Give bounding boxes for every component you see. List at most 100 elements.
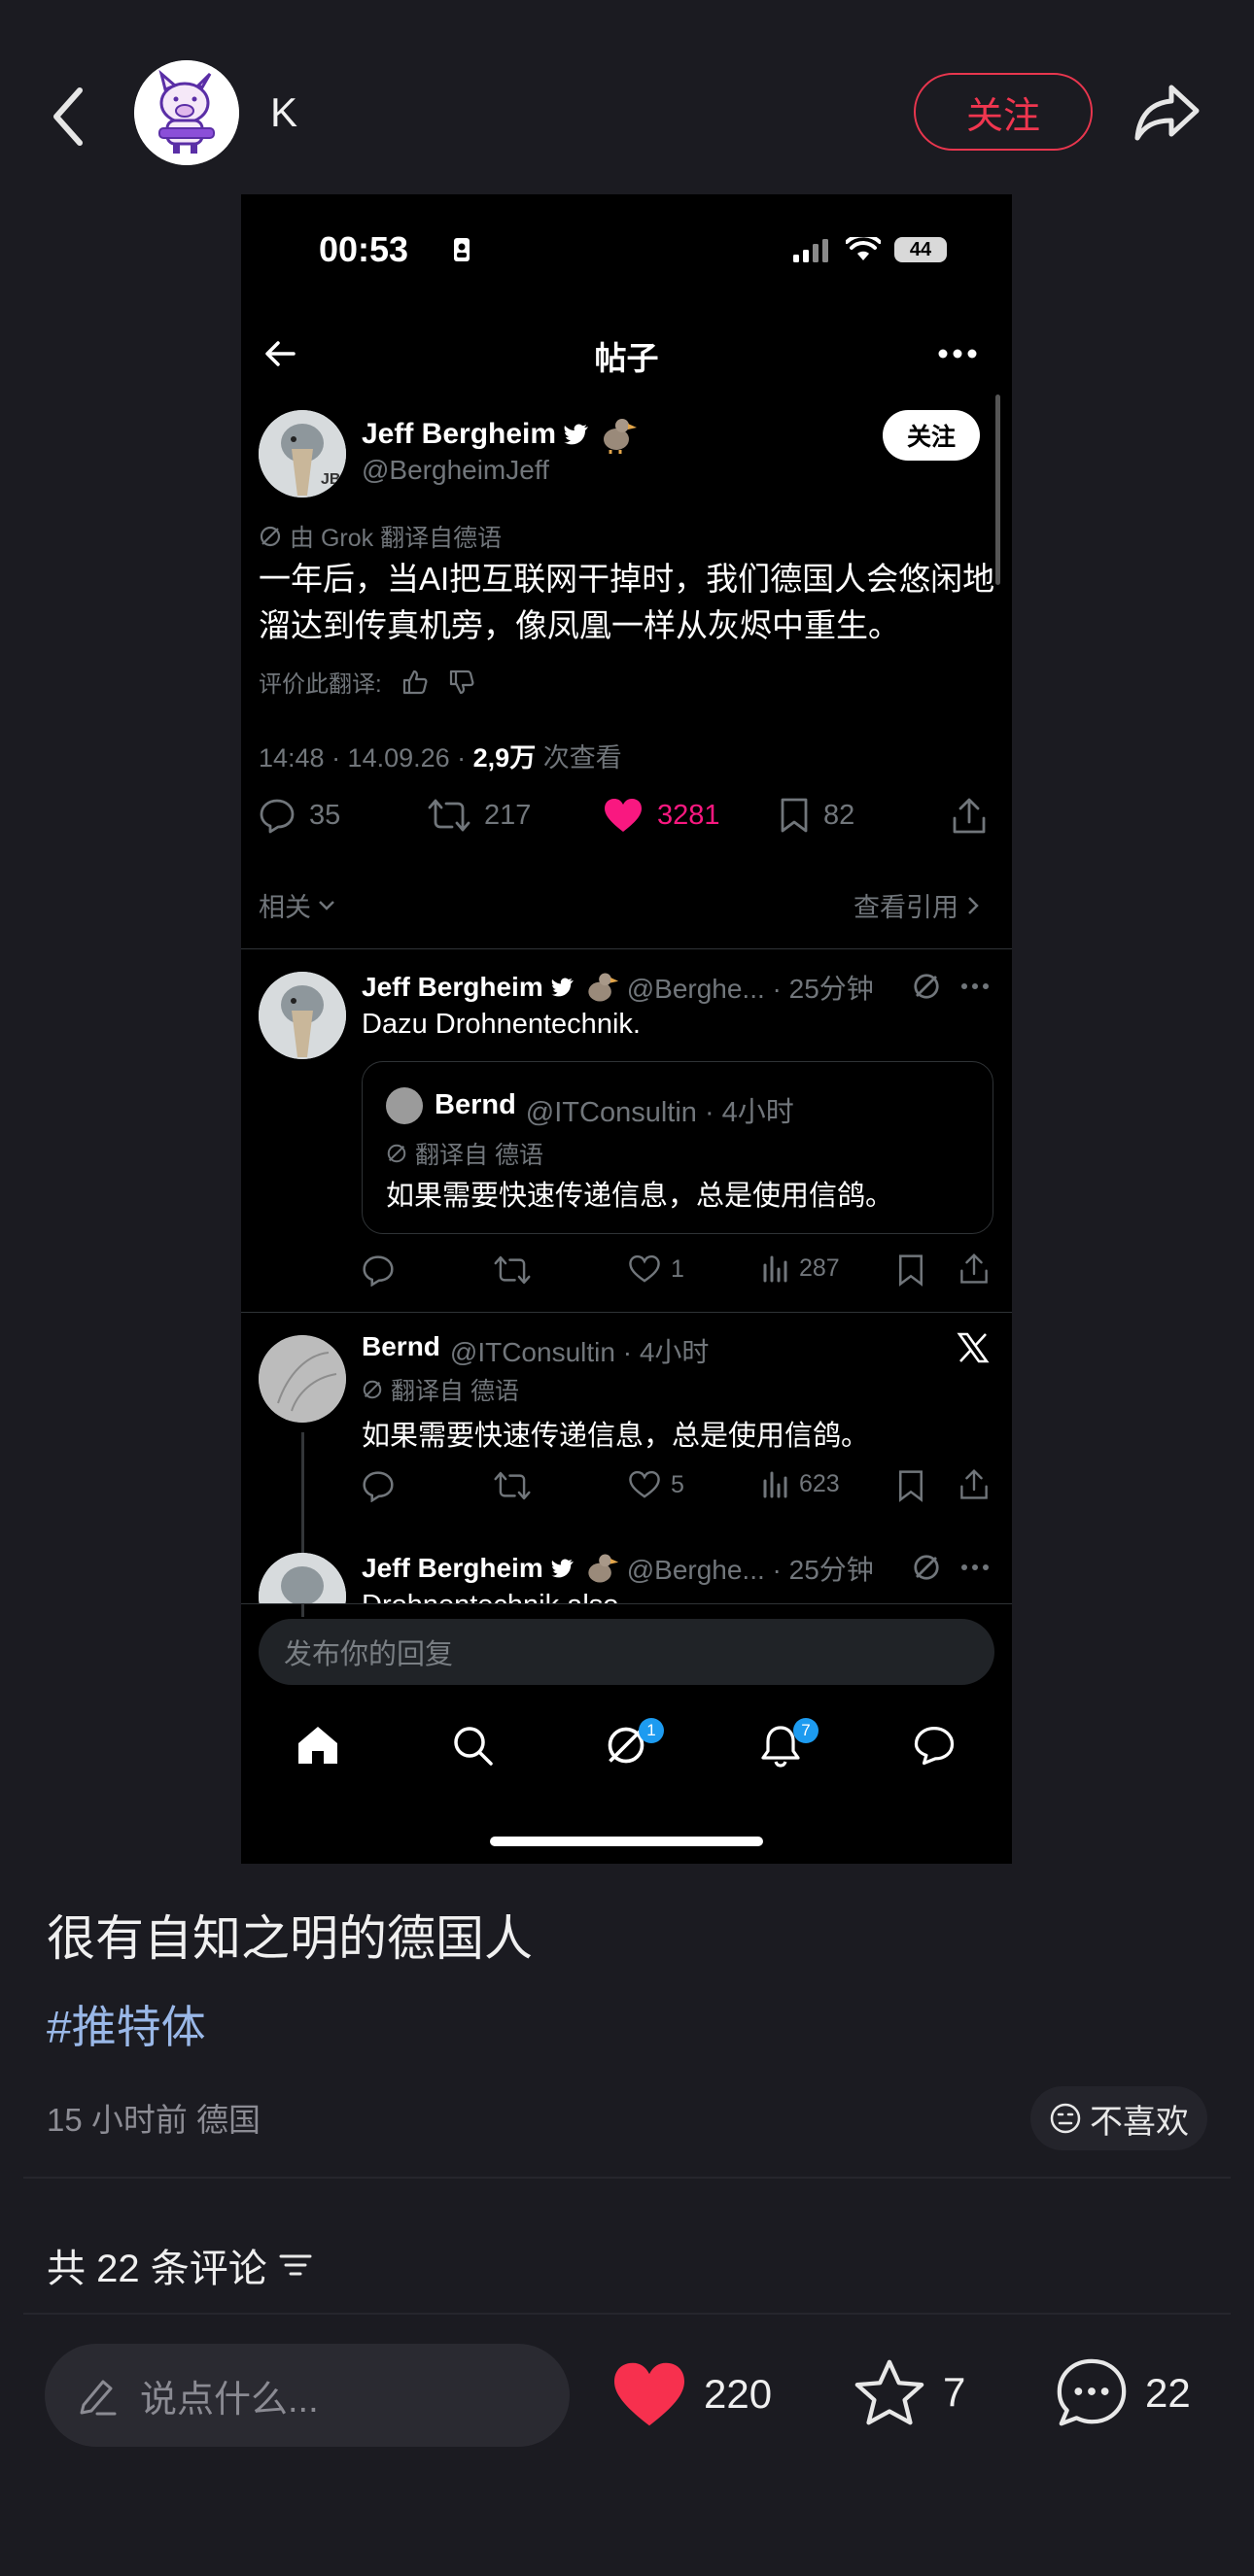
more-options-icon[interactable] (960, 981, 990, 991)
divider (241, 948, 1012, 949)
reply-translation-note: 翻译自 德语 (362, 1372, 519, 1407)
heart-outline-icon (629, 1254, 660, 1283)
share-button[interactable] (1132, 80, 1202, 144)
grok-icon[interactable] (912, 972, 941, 1001)
favorite-button[interactable]: 7 (852, 2355, 965, 2429)
like-action[interactable]: 3281 (603, 797, 720, 834)
reply-input[interactable]: 发布你的回复 (259, 1619, 994, 1685)
dodo-emoji-icon (588, 1554, 618, 1583)
shoebill-avatar-icon: JB (259, 410, 346, 498)
thumbs-up-icon[interactable] (401, 669, 429, 696)
hashtag-link[interactable]: #推特体 (47, 1992, 206, 2056)
share-upload-icon[interactable] (958, 1467, 990, 1502)
share-upload-icon[interactable] (958, 1252, 990, 1287)
view-quotes-link[interactable]: 查看引用 (853, 886, 980, 924)
battery-indicator: 44 (894, 237, 947, 262)
heart-filled-icon (614, 2362, 684, 2426)
bookmark-icon[interactable] (896, 1254, 925, 1287)
reply-header[interactable]: Jeff Bergheim @Berghe... · 25分钟 (362, 968, 874, 1007)
heart-outline-icon (629, 1470, 660, 1498)
retweet-icon[interactable] (494, 1254, 531, 1287)
thumbs-down-icon[interactable] (448, 669, 475, 696)
bookmark-icon[interactable] (896, 1469, 925, 1502)
bookmark-action[interactable]: 82 (779, 797, 854, 834)
reply-bubble-icon[interactable] (362, 1469, 395, 1502)
quoted-tweet[interactable]: Bernd @ITConsultin · 4小时 翻译自 德语 如果需要快速传递… (362, 1061, 993, 1234)
favorite-count: 7 (943, 2369, 966, 2415)
follow-button[interactable]: 关注 (914, 73, 1093, 151)
retweet-icon[interactable] (494, 1469, 531, 1502)
divider (23, 2177, 1231, 2179)
avatar[interactable] (134, 60, 239, 165)
reply-author-name[interactable]: Bernd (362, 1331, 440, 1370)
reply-action[interactable]: 35 (259, 797, 340, 834)
reply-partial[interactable]: Jeff Bergheim @Berghe... · 25分钟 Drohnent… (241, 1535, 1012, 1603)
reply-like-action[interactable]: 1 (628, 1254, 684, 1285)
svg-text:JB: JB (321, 471, 340, 488)
pig-guitar-avatar-icon (134, 60, 239, 165)
status-time: 00:53 (319, 229, 409, 269)
related-dropdown[interactable]: 相关 (259, 886, 336, 924)
grok-icon (914, 1555, 939, 1580)
cellular-signal-icon (793, 239, 828, 262)
comment-bubble-icon (1057, 2358, 1127, 2426)
author-avatar[interactable]: JB (259, 410, 346, 498)
reply-views[interactable]: 623 (762, 1469, 840, 1498)
author-handle[interactable]: @BergheimJeff (362, 455, 549, 486)
chevron-right-icon (968, 896, 979, 914)
share-arrow-icon (1134, 85, 1200, 141)
comment-count-sort[interactable]: 共 22 条评论 (47, 2237, 312, 2293)
grok-icon (363, 1380, 382, 1399)
home-icon[interactable] (296, 1724, 340, 1767)
bookmark-icon (781, 798, 808, 833)
retweet-icon (428, 799, 470, 832)
more-options-icon (961, 1564, 989, 1570)
post-meta: 15 小时前 德国 (47, 2102, 261, 2138)
contact-card-icon (454, 238, 470, 261)
comments-button[interactable]: 22 (1054, 2355, 1191, 2431)
quote-translation-note: 翻译自 德语 (386, 1136, 543, 1171)
reply-author-name[interactable]: Jeff Bergheim (362, 972, 543, 1003)
dislike-button[interactable]: 不喜欢 (1030, 2086, 1207, 2150)
reply-bubble-icon[interactable] (362, 1254, 395, 1287)
reply-views[interactable]: 287 (762, 1254, 840, 1283)
reply-header[interactable]: Bernd @ITConsultin · 4小时 (362, 1331, 709, 1370)
reply-text: 如果需要快速传递信息，总是使用信鸽。 (362, 1421, 870, 1452)
reply-avatar[interactable] (259, 972, 346, 1059)
star-icon (854, 2359, 924, 2425)
chevron-left-icon (53, 87, 83, 146)
shoebill-avatar-icon (259, 972, 346, 1059)
like-button[interactable]: 220 (610, 2359, 772, 2429)
reply-text: Drohnentechnik also (362, 1590, 618, 1603)
share-upload-icon[interactable] (951, 797, 988, 836)
messages-icon[interactable] (912, 1724, 957, 1767)
post-image[interactable]: 00:53 44 帖子 JB Jeff Bergheim @BergheimJe… (241, 194, 1012, 1864)
heart-filled-icon (605, 799, 642, 832)
author-name[interactable]: Jeff Bergheim (362, 418, 556, 451)
views-bar-chart-icon (763, 1255, 787, 1283)
retweet-action[interactable]: 217 (428, 797, 531, 834)
tweet-follow-button[interactable]: 关注 (883, 410, 980, 461)
comment-input[interactable]: 说点什么... (45, 2344, 570, 2447)
shoebill-avatar-icon (259, 1553, 346, 1603)
chevron-down-icon (319, 900, 334, 910)
author-name-row[interactable]: Jeff Bergheim (362, 414, 638, 455)
quote-header: Bernd @ITConsultin · 4小时 (435, 1089, 794, 1128)
reply-like-action[interactable]: 5 (628, 1469, 684, 1500)
username[interactable]: K (270, 89, 297, 136)
rate-translation-row: 评价此翻译: (259, 665, 475, 699)
more-options-icon[interactable] (937, 348, 978, 360)
reply-header: Jeff Bergheim @Berghe... · 25分钟 (362, 1549, 874, 1588)
pencil-icon (80, 2380, 117, 2416)
search-icon[interactable] (451, 1724, 494, 1767)
post-title: 很有自知之明的德国人 (47, 1911, 533, 1966)
grok-icon (260, 526, 281, 547)
divider (23, 2313, 1231, 2315)
x-logo-icon (957, 1332, 990, 1363)
back-button[interactable] (39, 73, 107, 160)
quote-text: 如果需要快速传递信息，总是使用信鸽。 (386, 1181, 894, 1212)
reply-bubble-icon (260, 799, 295, 834)
quote-avatar (386, 1087, 423, 1124)
page-title: 帖子 (594, 340, 659, 376)
reply-avatar[interactable] (259, 1335, 346, 1423)
